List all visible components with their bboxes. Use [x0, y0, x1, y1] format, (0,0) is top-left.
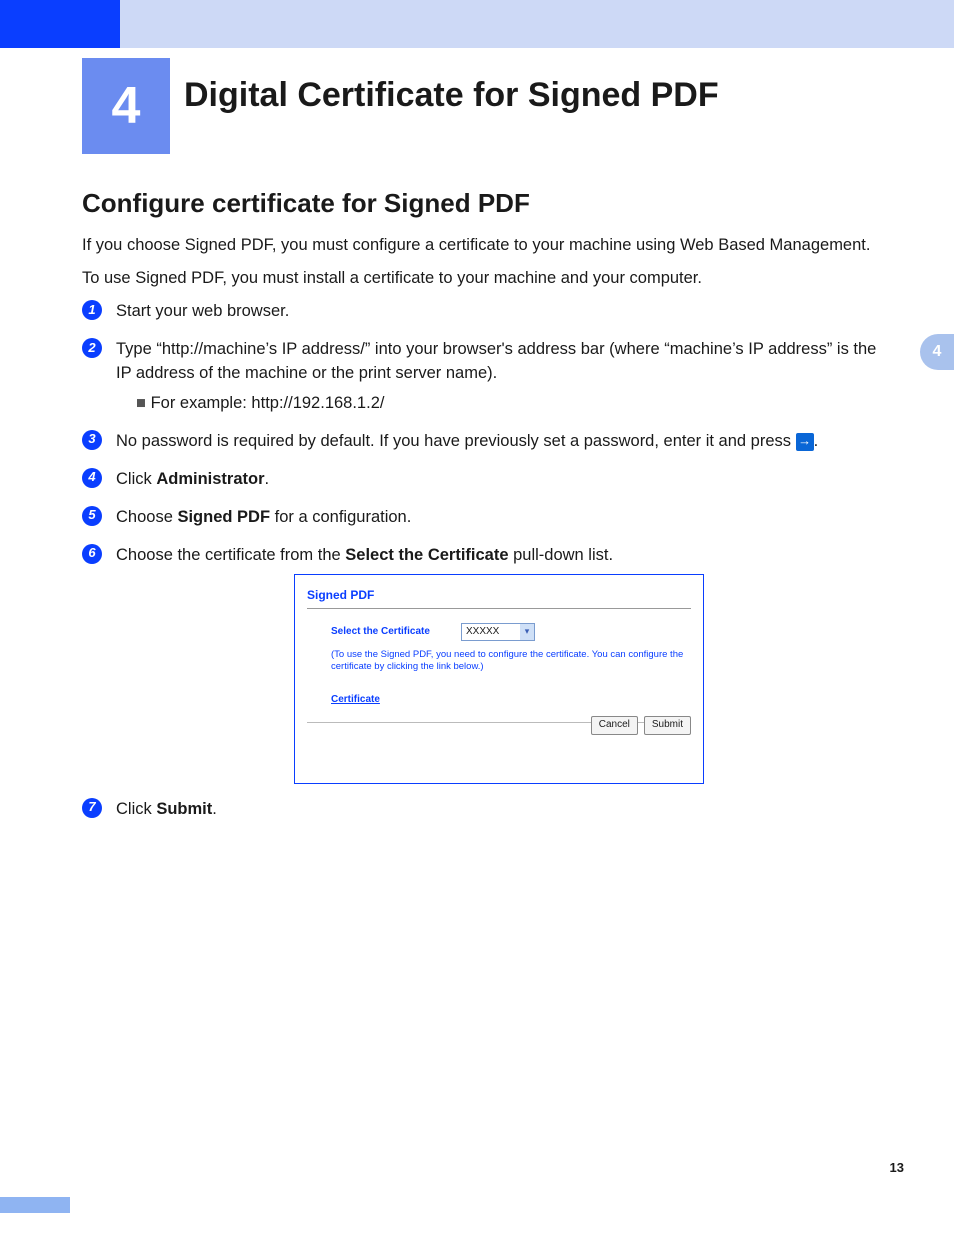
step-1: 1 Start your web browser. [82, 300, 882, 324]
intro-paragraph-2: To use Signed PDF, you must install a ce… [82, 267, 882, 290]
step-5-bold: Signed PDF [177, 508, 270, 526]
step-list: 1 Start your web browser. 2 Type “http:/… [82, 300, 882, 821]
section-title: Configure certificate for Signed PDF [82, 188, 530, 219]
step-7: 7 Click Submit. [82, 798, 882, 822]
step-3-text: No password is required by default. If y… [116, 432, 796, 450]
submit-button[interactable]: Submit [644, 716, 691, 735]
select-certificate-dropdown[interactable]: XXXXX ▾ [461, 623, 535, 641]
step-1-text: Start your web browser. [116, 302, 289, 320]
select-certificate-label: Select the Certificate [331, 625, 461, 640]
panel-title: Signed PDF [307, 587, 691, 609]
step-badge-2: 2 [82, 338, 102, 358]
chapter-title: Digital Certificate for Signed PDF [184, 76, 719, 115]
step-4-prefix: Click [116, 470, 156, 488]
step-6-prefix: Choose the certificate from the [116, 546, 345, 564]
step-5-prefix: Choose [116, 508, 177, 526]
certificate-link[interactable]: Certificate [331, 694, 380, 705]
header-light-bar [120, 0, 954, 48]
panel-note: (To use the Signed PDF, you need to conf… [331, 649, 691, 674]
side-chapter-tab: 4 [920, 334, 954, 370]
header-accent-block [0, 0, 120, 48]
step-badge-4: 4 [82, 468, 102, 488]
footer-accent-bar [0, 1197, 70, 1213]
step-badge-1: 1 [82, 300, 102, 320]
step-2-example: For example: http://192.168.1.2/ [116, 392, 882, 416]
cancel-button[interactable]: Cancel [591, 716, 638, 735]
step-6-suffix: pull-down list. [509, 546, 614, 564]
step-badge-5: 5 [82, 506, 102, 526]
side-tab-number: 4 [933, 343, 942, 361]
step-3: 3 No password is required by default. If… [82, 430, 882, 454]
step-badge-6: 6 [82, 544, 102, 564]
step-2-text: Type “http://machine’s IP address/” into… [116, 340, 876, 382]
step-4-bold: Administrator [156, 470, 264, 488]
intro-paragraph-1: If you choose Signed PDF, you must confi… [82, 234, 882, 257]
signed-pdf-panel: Signed PDF Select the Certificate XXXXX … [294, 574, 704, 784]
select-certificate-value: XXXXX [466, 625, 499, 640]
chevron-down-icon: ▾ [520, 624, 534, 640]
step-5-suffix: for a configuration. [270, 508, 411, 526]
step-4: 4 Click Administrator. [82, 468, 882, 492]
step-7-bold: Submit [156, 800, 212, 818]
step-badge-7: 7 [82, 798, 102, 818]
step-7-prefix: Click [116, 800, 156, 818]
step-badge-3: 3 [82, 430, 102, 450]
step-6: 6 Choose the certificate from the Select… [82, 544, 882, 784]
step-2: 2 Type “http://machine’s IP address/” in… [82, 338, 882, 416]
page-number: 13 [890, 1160, 904, 1175]
step-5: 5 Choose Signed PDF for a configuration. [82, 506, 882, 530]
chapter-number: 4 [112, 76, 141, 136]
chapter-number-block: 4 [82, 58, 170, 154]
arrow-icon: → [796, 433, 814, 451]
step-6-bold: Select the Certificate [345, 546, 508, 564]
body-content: If you choose Signed PDF, you must confi… [82, 234, 882, 835]
